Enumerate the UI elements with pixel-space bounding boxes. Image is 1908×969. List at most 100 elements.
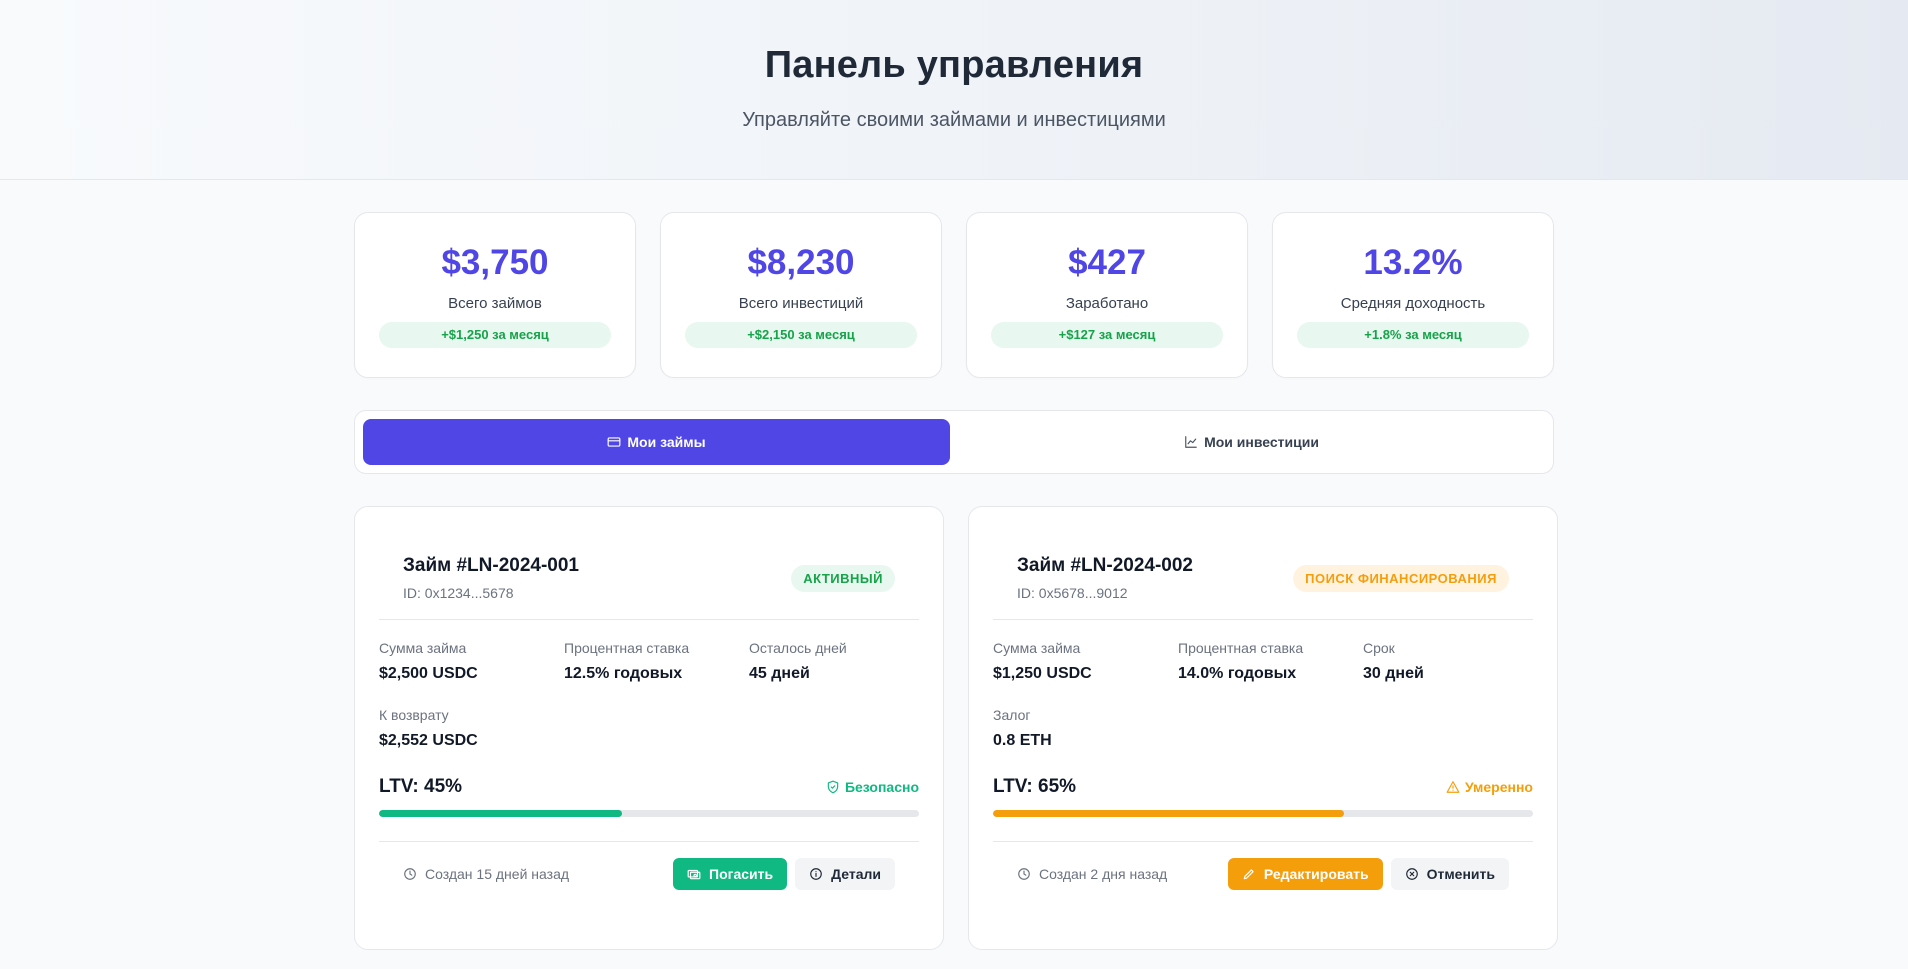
loan-details: Сумма займа $1,250 USDC Процентная ставк… (993, 620, 1533, 750)
info-icon (810, 868, 822, 880)
stat-label: Заработано (1065, 295, 1149, 312)
field-label: Сумма займа (993, 640, 1081, 656)
field-label: Процентная ставка (564, 640, 690, 656)
loan-id: ID: 0x5678...9012 (1017, 585, 1128, 601)
cancel-button-label: Отменить (1426, 866, 1495, 882)
repay-button-label: Погасить (709, 866, 774, 882)
loan-card: Займ #LN-2024-002 ID: 0x5678...9012 ПОИС… (968, 506, 1558, 950)
ltv-row: LTV: 65% Умеренно (993, 776, 1533, 798)
loan-field: Сумма займа $1,250 USDC (993, 640, 1178, 683)
stat-value: $427 (1068, 243, 1146, 282)
loan-actions: Погасить Детали (673, 858, 895, 890)
clock-icon (1018, 868, 1030, 880)
loan-card-footer: Создан 2 дня назад Редактировать Отменит… (993, 841, 1533, 890)
clock-icon (404, 868, 416, 880)
ltv-row: LTV: 45% Безопасно (379, 776, 919, 798)
ltv-status-label: Безопасно (844, 779, 919, 795)
loan-actions: Редактировать Отменить (1227, 858, 1509, 890)
stat-value: $8,230 (747, 243, 855, 282)
field-label: К возврату (379, 707, 449, 723)
stat-delta-badge: +1.8% за месяц (1297, 322, 1529, 348)
field-label: Срок (1363, 640, 1395, 656)
shield-check-icon (827, 780, 839, 794)
created-info: Создан 2 дня назад (1017, 866, 1167, 882)
field-value: 0.8 ETH (993, 732, 1052, 749)
ltv-status: Безопасно (826, 779, 919, 795)
field-value: 14.0% годовых (1178, 665, 1297, 682)
loan-field: Осталось дней 45 дней (749, 640, 919, 683)
stat-value: 13.2% (1363, 243, 1463, 282)
page-header: Панель управления Управляйте своими займ… (0, 0, 1908, 180)
credit-card-icon (607, 437, 621, 447)
field-value: $2,500 USDC (379, 665, 478, 682)
loan-list: Займ #LN-2024-001 ID: 0x1234...5678 АКТИ… (354, 506, 1558, 950)
field-label: Сумма займа (379, 640, 467, 656)
stat-card-total-loans: $3,750 Всего займов +$1,250 за месяц (354, 212, 636, 378)
ltv-progress-bar (993, 810, 1533, 817)
edit-button-label: Редактировать (1263, 866, 1369, 882)
loan-details: Сумма займа $2,500 USDC Процентная ставк… (379, 620, 919, 750)
loan-title: Займ #LN-2024-001 (403, 555, 580, 576)
details-button-label: Детали (831, 866, 881, 882)
stats-row: $3,750 Всего займов +$1,250 за месяц $8,… (354, 212, 1554, 378)
field-label: Процентная ставка (1178, 640, 1304, 656)
tab-my-investments[interactable]: Мои инвестиции (958, 419, 1545, 465)
loan-field: К возврату $2,552 USDC (379, 707, 564, 750)
loan-card-header: Займ #LN-2024-001 ID: 0x1234...5678 АКТИ… (379, 531, 919, 620)
page-title: Панель управления (764, 44, 1144, 86)
ltv-status: Умеренно (1446, 779, 1533, 795)
cancel-button[interactable]: Отменить (1390, 858, 1509, 890)
loan-field: Процентная ставка 12.5% годовых (564, 640, 749, 683)
loan-id: ID: 0x1234...5678 (403, 585, 514, 601)
stat-delta-badge: +$127 за месяц (991, 322, 1223, 348)
tab-label: Мои инвестиции (1204, 434, 1319, 450)
field-label: Залог (993, 707, 1031, 723)
loan-field: Сумма займа $2,500 USDC (379, 640, 564, 683)
field-value: 45 дней (749, 665, 810, 682)
tab-my-loans[interactable]: Мои займы (363, 419, 950, 465)
loan-card: Займ #LN-2024-001 ID: 0x1234...5678 АКТИ… (354, 506, 944, 950)
stat-label: Всего инвестиций (738, 295, 864, 312)
stat-card-average-yield: 13.2% Средняя доходность +1.8% за месяц (1272, 212, 1554, 378)
status-badge: ПОИСК ФИНАНСИРОВАНИЯ (1293, 564, 1509, 592)
page-subtitle: Управляйте своими займами и инвестициями (742, 109, 1166, 131)
pencil-icon (1243, 869, 1254, 880)
dashboard-content: $3,750 Всего займов +$1,250 за месяц $8,… (354, 212, 1558, 950)
loan-field: Процентная ставка 14.0% годовых (1178, 640, 1363, 683)
field-value: $1,250 USDC (993, 665, 1092, 682)
loan-field: Залог 0.8 ETH (993, 707, 1178, 750)
created-label: Создан 2 дня назад (1039, 866, 1168, 882)
stat-label: Средняя доходность (1340, 295, 1486, 312)
loan-card-footer: Создан 15 дней назад Погасить Детали (379, 841, 919, 890)
field-value: $2,552 USDC (379, 732, 478, 749)
field-label: Осталось дней (749, 640, 847, 656)
stat-delta-badge: +$2,150 за месяц (685, 322, 917, 348)
stat-card-total-investments: $8,230 Всего инвестиций +$2,150 за месяц (660, 212, 942, 378)
field-value: 30 дней (1363, 665, 1424, 682)
ltv-label: LTV: 45% (379, 776, 463, 797)
stat-delta-badge: +$1,250 за месяц (379, 322, 611, 348)
ltv-progress-fill (993, 810, 1344, 817)
field-value: 12.5% годовых (564, 665, 683, 682)
loan-card-header: Займ #LN-2024-002 ID: 0x5678...9012 ПОИС… (993, 531, 1533, 620)
close-circle-icon (1405, 868, 1418, 880)
details-button[interactable]: Детали (795, 858, 895, 890)
edit-button[interactable]: Редактировать (1227, 858, 1383, 890)
tab-label: Мои займы (627, 434, 706, 450)
loan-field: Срок 30 дней (1363, 640, 1533, 683)
stat-value: $3,750 (441, 243, 549, 282)
chart-line-icon (1185, 436, 1197, 448)
status-badge: АКТИВНЫЙ (791, 564, 895, 592)
tab-bar: Мои займы Мои инвестиции (354, 410, 1554, 474)
repay-button[interactable]: Погасить (673, 858, 788, 890)
loan-title: Займ #LN-2024-002 (1017, 555, 1194, 576)
ltv-status-label: Умеренно (1465, 779, 1533, 795)
stat-label: Всего займов (448, 295, 542, 312)
warning-icon (1446, 781, 1460, 793)
ltv-progress-bar (379, 810, 919, 817)
stat-card-earned: $427 Заработано +$127 за месяц (966, 212, 1248, 378)
created-info: Создан 15 дней назад (403, 866, 569, 882)
ltv-label: LTV: 65% (993, 776, 1077, 797)
ltv-progress-fill (379, 810, 622, 817)
cash-icon (687, 869, 701, 880)
